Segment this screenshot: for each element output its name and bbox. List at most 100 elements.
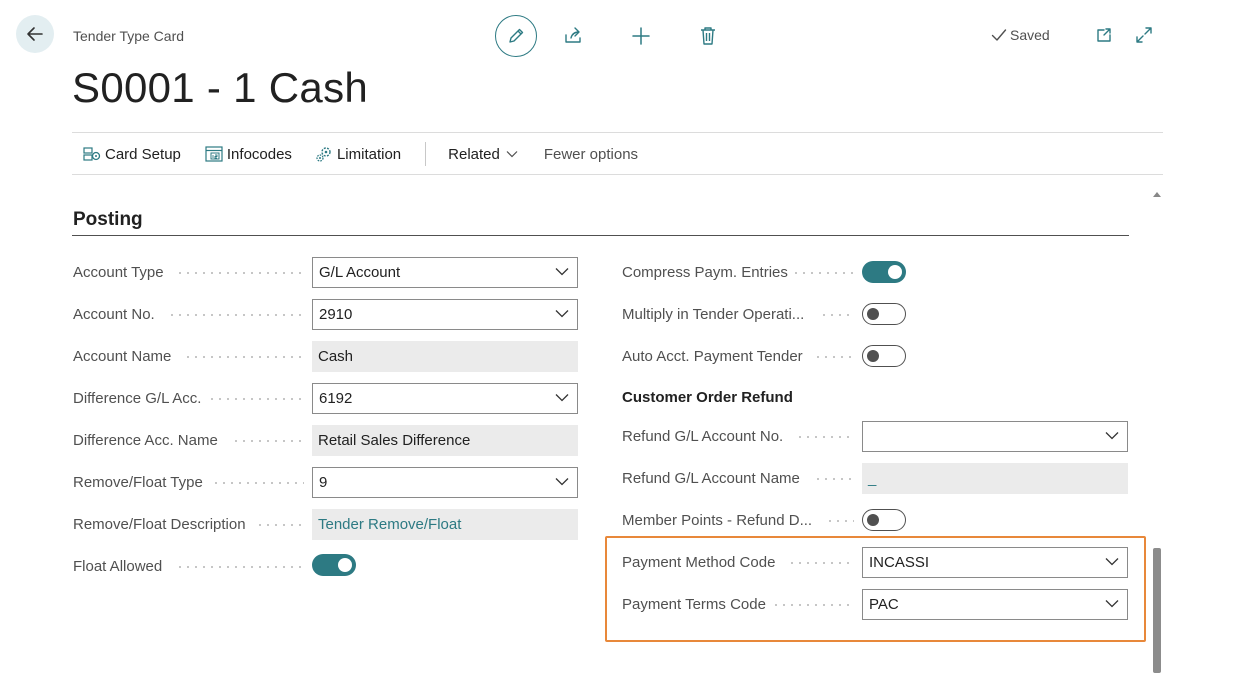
infocodes-action[interactable]: Infocodes xyxy=(205,145,292,163)
leader-dots xyxy=(256,524,304,526)
refund-gl-name-value: _ xyxy=(868,470,877,487)
compress-toggle[interactable] xyxy=(862,261,906,283)
scroll-up-arrow-icon[interactable] xyxy=(1152,190,1162,198)
account-type-select[interactable]: G/L Account xyxy=(312,257,578,288)
leader-dots xyxy=(814,356,854,358)
open-new-window-icon xyxy=(1097,28,1111,42)
difference-name-label: Difference Acc. Name xyxy=(73,432,218,449)
auto-acct-label: Auto Acct. Payment Tender xyxy=(622,348,803,365)
account-name-field: Cash xyxy=(312,341,578,372)
difference-gl-value: 6192 xyxy=(319,390,353,407)
share-button[interactable] xyxy=(556,19,590,53)
remove-float-desc-label: Remove/Float Description xyxy=(73,516,246,533)
card-setup-icon xyxy=(83,145,101,163)
difference-name-field: Retail Sales Difference xyxy=(312,425,578,456)
chevron-down-icon xyxy=(555,394,569,402)
scrollbar-thumb[interactable] xyxy=(1153,548,1161,673)
payment-method-label: Payment Method Code xyxy=(622,554,776,571)
limitation-action[interactable]: Limitation xyxy=(315,145,401,163)
leader-dots xyxy=(792,272,854,274)
open-new-window-button[interactable] xyxy=(1092,23,1116,47)
refund-gl-no-select[interactable] xyxy=(862,421,1128,452)
leader-dots xyxy=(176,272,304,274)
difference-gl-label: Difference G/L Acc. xyxy=(73,390,202,407)
arrow-left-icon xyxy=(27,27,43,41)
chevron-down-icon xyxy=(1105,600,1119,608)
remove-float-type-select[interactable]: 9 xyxy=(312,467,578,498)
compress-label: Compress Paym. Entries xyxy=(622,264,788,281)
difference-gl-select[interactable]: 6192 xyxy=(312,383,578,414)
card-setup-action[interactable]: Card Setup xyxy=(83,145,181,163)
chevron-down-icon xyxy=(555,310,569,318)
back-button[interactable] xyxy=(16,15,54,53)
leader-dots xyxy=(772,604,854,606)
payment-terms-select[interactable]: PAC xyxy=(862,589,1128,620)
refund-gl-name-label: Refund G/L Account Name xyxy=(622,470,800,487)
card-setup-label: Card Setup xyxy=(105,145,181,163)
new-button[interactable] xyxy=(624,19,658,53)
related-menu[interactable]: Related xyxy=(448,146,518,163)
customer-order-refund-heading: Customer Order Refund xyxy=(622,389,793,406)
leader-dots xyxy=(212,482,304,484)
action-bar: Card Setup Infocodes Limitation Related … xyxy=(83,140,638,168)
remove-float-desc-field[interactable]: Tender Remove/Float xyxy=(312,509,578,540)
multiply-toggle[interactable] xyxy=(862,303,906,325)
limitation-label: Limitation xyxy=(336,145,402,163)
multiply-label: Multiply in Tender Operati... xyxy=(622,306,805,323)
section-rule xyxy=(72,235,1129,236)
remove-float-type-value: 9 xyxy=(319,474,328,491)
account-type-value: G/L Account xyxy=(319,264,401,281)
divider xyxy=(72,132,1163,133)
edit-button[interactable] xyxy=(495,15,537,57)
leader-dots xyxy=(788,562,854,564)
window-controls xyxy=(1092,23,1156,47)
remove-float-type-label: Remove/Float Type xyxy=(73,474,203,491)
limitation-icon xyxy=(315,145,333,163)
breadcrumb: Tender Type Card xyxy=(73,28,185,44)
chevron-down-icon xyxy=(506,151,518,158)
related-label: Related xyxy=(448,145,500,163)
saved-status: Saved xyxy=(991,27,1050,43)
leader-dots xyxy=(796,436,854,438)
leader-dots xyxy=(826,520,854,522)
member-points-label: Member Points - Refund D... xyxy=(622,512,813,529)
float-allowed-toggle[interactable] xyxy=(312,554,356,576)
chevron-down-icon xyxy=(1105,432,1119,440)
fewer-options-button[interactable]: Fewer options xyxy=(544,146,638,163)
remove-float-desc-value: Tender Remove/Float xyxy=(318,516,462,533)
infocodes-label: Infocodes xyxy=(226,145,292,163)
account-no-select[interactable]: 2910 xyxy=(312,299,578,330)
top-actions xyxy=(495,15,725,57)
infocodes-icon xyxy=(205,145,223,163)
difference-name-value: Retail Sales Difference xyxy=(318,432,471,449)
leader-dots xyxy=(232,440,304,442)
refund-gl-name-field[interactable]: _ xyxy=(862,463,1128,494)
expand-button[interactable] xyxy=(1132,23,1156,47)
delete-button[interactable] xyxy=(691,19,725,53)
leader-dots xyxy=(820,314,854,316)
leader-dots xyxy=(184,356,304,358)
float-allowed-label: Float Allowed xyxy=(73,558,163,575)
share-icon xyxy=(565,27,581,43)
payment-terms-value: PAC xyxy=(869,596,899,613)
account-name-value: Cash xyxy=(318,348,354,365)
trash-icon xyxy=(701,27,715,45)
account-type-label: Account Type xyxy=(73,264,164,281)
auto-acct-toggle[interactable] xyxy=(862,345,906,367)
account-no-label: Account No. xyxy=(73,306,155,323)
leader-dots xyxy=(814,478,854,480)
page-title: S0001 - 1 Cash xyxy=(72,64,369,111)
payment-method-select[interactable]: INCASSI xyxy=(862,547,1128,578)
section-title: Posting xyxy=(73,209,143,230)
saved-label: Saved xyxy=(1010,27,1050,43)
member-points-toggle[interactable] xyxy=(862,509,906,531)
leader-dots xyxy=(168,314,304,316)
leader-dots xyxy=(176,566,304,568)
checkmark-icon xyxy=(991,29,1007,41)
expand-icon xyxy=(1136,27,1152,43)
payment-method-value: INCASSI xyxy=(869,554,930,571)
pencil-icon xyxy=(509,28,524,43)
chevron-down-icon xyxy=(555,268,569,276)
action-bar-separator xyxy=(425,142,427,166)
refund-gl-no-label: Refund G/L Account No. xyxy=(622,428,784,445)
